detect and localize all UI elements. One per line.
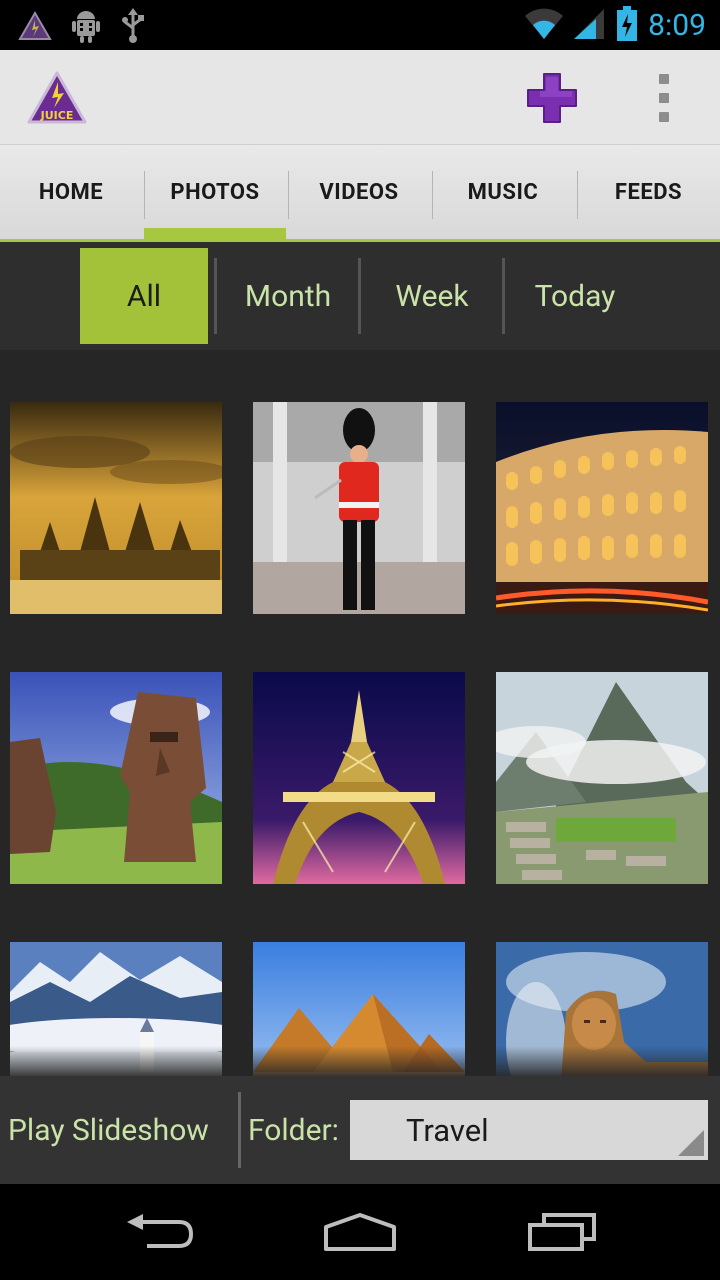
add-button[interactable] bbox=[526, 72, 578, 124]
dropdown-corner-icon bbox=[678, 1130, 704, 1156]
photo-grid bbox=[0, 350, 720, 1076]
photo-thumbnail-giza-pyramids[interactable] bbox=[253, 942, 465, 1076]
back-icon[interactable] bbox=[110, 1200, 210, 1264]
photo-thumbnail-moai-statues[interactable] bbox=[10, 672, 222, 884]
date-filter-bar: All Month Week Today bbox=[0, 242, 720, 350]
tab-videos[interactable]: VIDEOS bbox=[288, 145, 430, 240]
recent-apps-icon[interactable] bbox=[512, 1200, 612, 1264]
signal-icon bbox=[574, 7, 606, 45]
battery-charging-icon bbox=[616, 6, 638, 46]
photo-thumbnail-neuschwanstein-castle[interactable] bbox=[10, 942, 222, 1076]
android-debug-icon bbox=[70, 8, 102, 48]
logo-text: JUICE bbox=[40, 109, 74, 122]
usb-icon bbox=[120, 8, 146, 48]
filter-all[interactable]: All bbox=[80, 248, 208, 344]
tab-photos[interactable]: PHOTOS bbox=[144, 145, 286, 240]
folder-dropdown[interactable]: Travel bbox=[350, 1100, 708, 1160]
tab-music[interactable]: MUSIC bbox=[432, 145, 574, 240]
folder-label: Folder: bbox=[248, 1112, 339, 1148]
slideshow-bar: Play Slideshow Folder: Travel bbox=[0, 1076, 720, 1184]
filter-month[interactable]: Month bbox=[220, 248, 356, 344]
juice-logo[interactable]: JUICE bbox=[26, 70, 88, 126]
photo-thumbnail-colosseum[interactable] bbox=[496, 402, 708, 614]
photo-thumbnail-sphinx[interactable] bbox=[496, 942, 708, 1076]
system-nav-bar bbox=[0, 1184, 720, 1280]
wifi-icon bbox=[524, 7, 564, 45]
play-slideshow-button[interactable]: Play Slideshow bbox=[8, 1102, 209, 1158]
action-bar: JUICE bbox=[0, 50, 720, 144]
active-tab-indicator bbox=[144, 228, 286, 242]
folder-dropdown-value: Travel bbox=[406, 1111, 489, 1149]
juice-notification-icon bbox=[18, 10, 52, 45]
status-bar: 8:09 bbox=[0, 0, 720, 50]
home-icon[interactable] bbox=[310, 1200, 410, 1264]
photo-thumbnail-royal-guard[interactable] bbox=[253, 402, 465, 614]
tab-bar: HOME PHOTOS VIDEOS MUSIC FEEDS bbox=[0, 144, 720, 242]
photo-thumbnail-eiffel-tower[interactable] bbox=[253, 672, 465, 884]
tab-home[interactable]: HOME bbox=[0, 145, 142, 240]
filter-week[interactable]: Week bbox=[364, 248, 500, 344]
add-plus-icon bbox=[527, 73, 577, 123]
clock: 8:09 bbox=[648, 8, 706, 43]
filter-today[interactable]: Today bbox=[508, 248, 642, 344]
overflow-menu-icon[interactable] bbox=[648, 74, 680, 122]
tab-feeds[interactable]: FEEDS bbox=[577, 145, 720, 240]
photo-thumbnail-angkor-wat[interactable] bbox=[10, 402, 222, 614]
photo-thumbnail-machu-picchu[interactable] bbox=[496, 672, 708, 884]
